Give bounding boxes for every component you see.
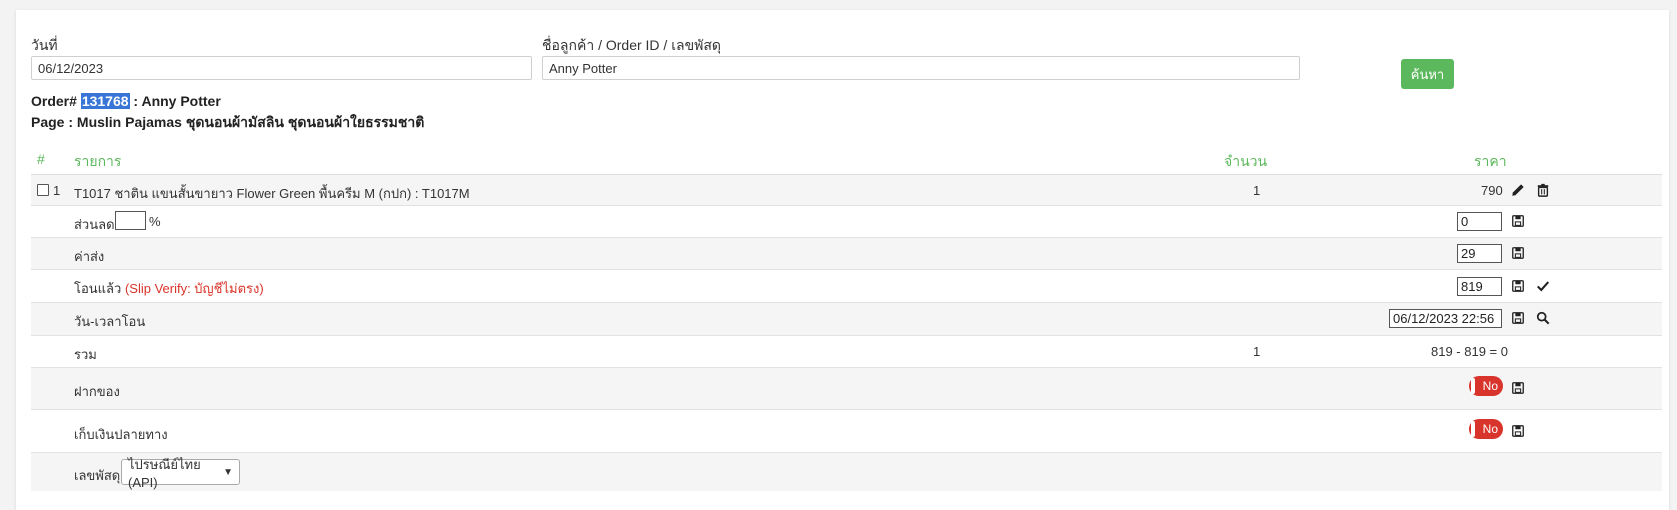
cod-label: เก็บเงินปลายทาง (74, 427, 168, 442)
transfer-time-row: วัน-เวลาโอน (31, 303, 1662, 336)
shipping-value-input[interactable] (1457, 244, 1502, 263)
deposit-toggle[interactable]: No (1469, 376, 1503, 396)
trash-icon[interactable] (1535, 182, 1551, 198)
transferred-row: โอนแล้ว (Slip Verify: บัญชีไม่ตรง) (31, 270, 1662, 303)
order-prefix: Order# (31, 93, 77, 109)
save-icon[interactable] (1510, 245, 1526, 261)
total-row: รวม 1 819 - 819 = 0 (31, 336, 1662, 368)
transferred-value-input[interactable] (1457, 277, 1502, 296)
discount-percent-input[interactable] (115, 211, 146, 230)
pencil-icon[interactable] (1510, 182, 1526, 198)
item-index: 1 (53, 183, 61, 198)
save-icon[interactable] (1510, 310, 1526, 326)
chevron-down-icon: ▼ (223, 466, 233, 478)
order-items-table: # รายการ จำนวน ราคา 1 T1017 ชาติน แขนสั้… (31, 144, 1662, 491)
header-price: ราคา (1474, 153, 1507, 169)
header-qty: จำนวน (1224, 153, 1268, 169)
transferred-label: โอนแล้ว (74, 281, 122, 296)
save-icon[interactable] (1510, 423, 1526, 439)
carrier-select[interactable]: ไปรษณีย์ไทย (API) ▼ (121, 457, 240, 490)
item-name: T1017 ชาติน แขนสั้นขายาว Flower Green พื… (74, 186, 470, 201)
check-icon[interactable] (1535, 278, 1551, 294)
total-value: 819 - 819 = 0 (1431, 344, 1508, 359)
search-icon[interactable] (1535, 310, 1551, 326)
cod-toggle[interactable]: No (1469, 419, 1503, 439)
customer-search-input[interactable] (542, 56, 1300, 80)
discount-label: ส่วนลด (74, 217, 115, 232)
date-label: วันที่ (31, 37, 58, 53)
item-checkbox[interactable] (37, 184, 49, 196)
customer-label: ชื่อลูกค้า / Order ID / เลขพัสดุ (542, 37, 722, 53)
save-icon[interactable] (1510, 278, 1526, 294)
deposit-row: ฝากของ No (31, 368, 1662, 410)
date-input[interactable] (31, 56, 532, 80)
tracking-row: เลขพัสดุ ไปรษณีย์ไทย (API) ▼ (31, 453, 1662, 491)
transferred-label-group: โอนแล้ว (Slip Verify: บัญชีไม่ตรง) (74, 278, 264, 299)
item-qty: 1 (1253, 183, 1261, 198)
shipping-label: ค่าส่ง (74, 249, 105, 264)
discount-row: ส่วนลด % (31, 206, 1662, 238)
carrier-select-value: ไปรษณีย์ไทย (API) (128, 457, 201, 490)
save-icon[interactable] (1510, 380, 1526, 396)
table-header: # รายการ จำนวน ราคา (31, 144, 1662, 175)
transfer-time-label: วัน-เวลาโอน (74, 314, 146, 329)
tracking-label: เลขพัสดุ (74, 468, 121, 483)
header-item: รายการ (74, 153, 122, 169)
table-row: 1 T1017 ชาติน แขนสั้นขายาว Flower Green … (31, 175, 1662, 206)
save-icon[interactable] (1510, 213, 1526, 229)
order-page-line: Page : Muslin Pajamas ชุดนอนผ้ามัสลิน ชุ… (31, 114, 425, 130)
slip-verify-note: (Slip Verify: บัญชีไม่ตรง) (124, 281, 264, 296)
total-qty: 1 (1253, 344, 1261, 359)
shipping-row: ค่าส่ง (31, 238, 1662, 270)
discount-unit: % (149, 214, 161, 229)
search-button[interactable]: ค้นหา (1401, 59, 1454, 89)
order-heading: Order# 131768 : Anny Potter (31, 93, 221, 109)
transfer-time-input[interactable] (1389, 309, 1502, 328)
cod-toggle-label: No (1482, 422, 1498, 436)
deposit-label: ฝากของ (74, 384, 120, 399)
order-panel: วันที่ ชื่อลูกค้า / Order ID / เลขพัสดุ … (16, 10, 1669, 510)
order-customer: : Anny Potter (133, 93, 221, 109)
total-label: รวม (74, 347, 97, 362)
order-id: 131768 (80, 93, 130, 109)
item-price: 790 (1481, 183, 1503, 198)
header-index: # (37, 151, 45, 167)
cod-row: เก็บเงินปลายทาง No (31, 410, 1662, 453)
deposit-toggle-label: No (1482, 379, 1498, 393)
discount-value-input[interactable] (1457, 212, 1502, 231)
